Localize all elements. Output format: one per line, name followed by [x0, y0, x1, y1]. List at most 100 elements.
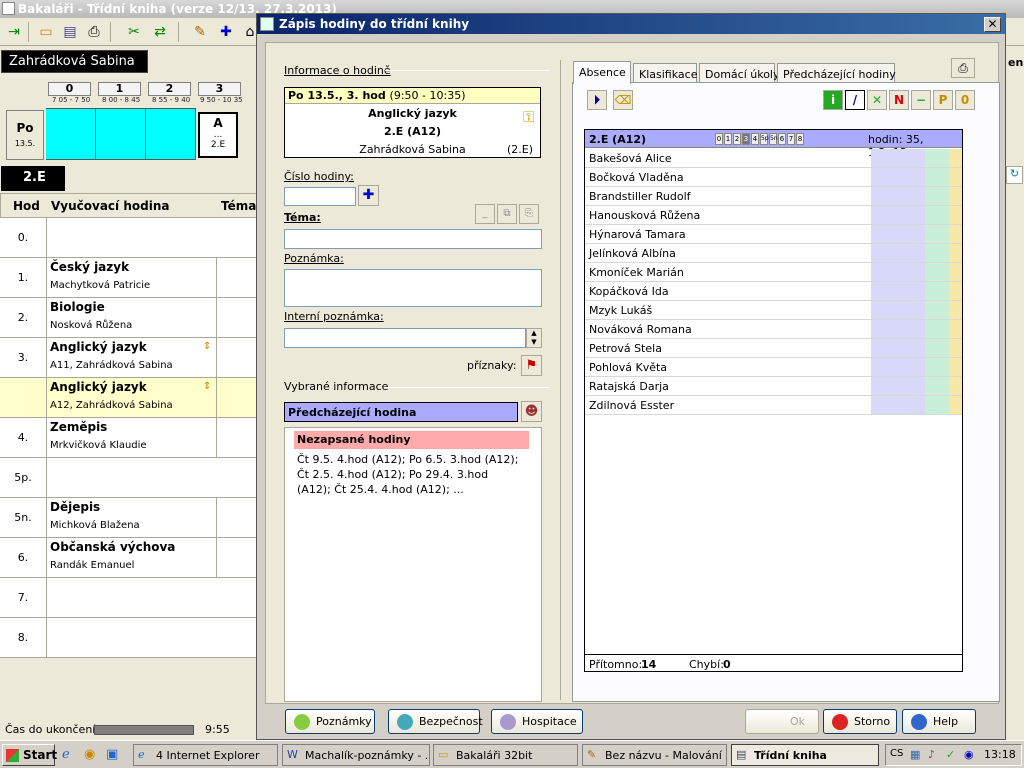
start-button[interactable]: Start: [2, 744, 57, 766]
cancel-button[interactable]: Storno: [823, 709, 897, 734]
attendance-cell[interactable]: [949, 225, 962, 243]
period-marker[interactable]: 5p: [760, 133, 769, 145]
period-3-header[interactable]: 3: [198, 82, 241, 96]
zero-status-button[interactable]: 0: [955, 90, 975, 110]
attendance-cell[interactable]: [949, 149, 962, 167]
media-quicklaunch-icon[interactable]: ◉: [84, 747, 95, 762]
attendance-cell[interactable]: [871, 225, 925, 243]
attendance-cell[interactable]: [925, 377, 949, 395]
edit-icon[interactable]: ✎: [190, 22, 210, 42]
minus-status-button[interactable]: −: [911, 90, 931, 110]
student-row[interactable]: Petrová Stela: [585, 339, 962, 358]
timetable-cell[interactable]: [146, 108, 196, 160]
student-row[interactable]: Jelínková Albína: [585, 244, 962, 263]
attendance-cell[interactable]: [949, 168, 962, 186]
period-marker[interactable]: 4: [751, 133, 759, 145]
table-row[interactable]: 0.: [0, 218, 260, 258]
period-0-header[interactable]: 0: [48, 82, 91, 96]
eraser-icon[interactable]: ⌫: [613, 90, 633, 110]
table-row-selected[interactable]: Anglický jazyk A12, Zahrádková Sabina ⇕: [0, 378, 260, 418]
absent-status-button[interactable]: ✕: [867, 90, 887, 110]
inspection-button[interactable]: Hospitace: [491, 709, 583, 734]
period-marker[interactable]: 6: [778, 133, 786, 145]
student-row[interactable]: Kopáčková Ida: [585, 282, 962, 301]
attendance-cell[interactable]: [925, 320, 949, 338]
period-1-header[interactable]: 1: [98, 82, 141, 96]
volume-icon[interactable]: ♪: [928, 748, 935, 761]
student-row[interactable]: Bočková Vladěna: [585, 168, 962, 187]
attendance-cell[interactable]: [871, 377, 925, 395]
student-row[interactable]: Zdilnová Esster: [585, 396, 962, 415]
save-icon[interactable]: ▤: [60, 22, 80, 42]
copy-icon[interactable]: ⧉: [497, 204, 517, 224]
attendance-cell[interactable]: [871, 263, 925, 281]
period-marker[interactable]: 0: [715, 133, 723, 145]
attendance-cell[interactable]: [871, 187, 925, 205]
timetable-cell-selected[interactable]: A ... 2.E: [198, 112, 238, 158]
print-icon[interactable]: ⎙: [951, 58, 975, 78]
attendance-cell[interactable]: [949, 358, 962, 376]
ie-quicklaunch-icon[interactable]: ℯ: [62, 747, 70, 762]
attendance-cell[interactable]: [925, 149, 949, 167]
table-row[interactable]: 1. Český jazyk Machytková Patricie: [0, 258, 260, 298]
internal-note-spinner[interactable]: ▲ ▼: [526, 328, 542, 348]
table-row[interactable]: 5n. Dějepis Michková Blažena: [0, 498, 260, 538]
tab-homework[interactable]: Domácí úkoly: [699, 63, 780, 83]
period-2-header[interactable]: 2: [148, 82, 191, 96]
taskbar-item-paint[interactable]: ✎ Bez názvu - Malování: [582, 744, 727, 766]
timetable-cell[interactable]: [46, 108, 96, 160]
attendance-cell[interactable]: [925, 263, 949, 281]
student-row[interactable]: Hanousková Růžena: [585, 206, 962, 225]
attendance-cell[interactable]: [949, 320, 962, 338]
cut-icon[interactable]: ✂: [124, 22, 144, 42]
taskbar-item-ie[interactable]: ℯ 4 Internet Explorer: [133, 744, 278, 766]
add-icon[interactable]: ✚: [216, 22, 236, 42]
antivirus-icon[interactable]: ◉: [964, 748, 974, 761]
table-row[interactable]: 4. Zeměpis Mrkvičková Klaudie: [0, 418, 260, 458]
student-row[interactable]: Brandstiller Rudolf: [585, 187, 962, 206]
period-marker[interactable]: 7: [787, 133, 795, 145]
taskbar-item-class-book[interactable]: ▤ Třídní kniha: [731, 744, 879, 766]
table-row[interactable]: 5p.: [0, 458, 260, 498]
security-tray-icon[interactable]: ✓: [946, 748, 955, 761]
attendance-cell[interactable]: [949, 301, 962, 319]
attendance-cell[interactable]: [949, 206, 962, 224]
attendance-cell[interactable]: [871, 168, 925, 186]
period-marker-active[interactable]: 3: [742, 133, 750, 145]
present-status-button[interactable]: /: [845, 90, 865, 110]
attendance-cell[interactable]: [925, 187, 949, 205]
network-icon[interactable]: ▦: [910, 748, 920, 761]
student-row[interactable]: Ratajská Darja: [585, 377, 962, 396]
ok-button[interactable]: Ok: [745, 709, 819, 734]
topic-extra-icon[interactable]: _: [475, 204, 495, 224]
attendance-cell[interactable]: [925, 168, 949, 186]
table-row[interactable]: 8.: [0, 618, 260, 658]
student-row[interactable]: Mzyk Lukáš: [585, 301, 962, 320]
mark-all-icon[interactable]: ⏵: [587, 90, 607, 110]
table-row[interactable]: 3. Anglický jazyk A11, Zahrádková Sabina ⇕: [0, 338, 260, 378]
period-marker[interactable]: 1: [724, 133, 732, 145]
attendance-cell[interactable]: [949, 187, 962, 205]
lesson-number-input[interactable]: [284, 187, 356, 206]
student-row[interactable]: Nováková Romana: [585, 320, 962, 339]
attendance-cell[interactable]: [925, 206, 949, 224]
attendance-cell[interactable]: [949, 377, 962, 395]
security-button[interactable]: Bezpečnost: [388, 709, 483, 734]
attendance-cell[interactable]: [871, 358, 925, 376]
attendance-cell[interactable]: [871, 339, 925, 357]
unexcused-status-button[interactable]: N: [889, 90, 909, 110]
period-marker[interactable]: 5n: [769, 133, 778, 145]
student-row[interactable]: Pohlová Květa: [585, 358, 962, 377]
note-input[interactable]: [284, 269, 542, 307]
open-icon[interactable]: ▭: [36, 22, 56, 42]
attendance-cell[interactable]: [871, 206, 925, 224]
swap-icon[interactable]: ⇄: [150, 22, 170, 42]
attendance-cell[interactable]: [925, 301, 949, 319]
late-status-button[interactable]: P: [933, 90, 953, 110]
attendance-cell[interactable]: [925, 358, 949, 376]
table-row[interactable]: 7.: [0, 578, 260, 618]
taskbar-item-word[interactable]: W Machalík-poznámky - ...: [282, 744, 430, 766]
info-status-button[interactable]: i: [823, 90, 843, 110]
desktop-quicklaunch-icon[interactable]: ▣: [106, 747, 118, 762]
attendance-cell[interactable]: [871, 149, 925, 167]
